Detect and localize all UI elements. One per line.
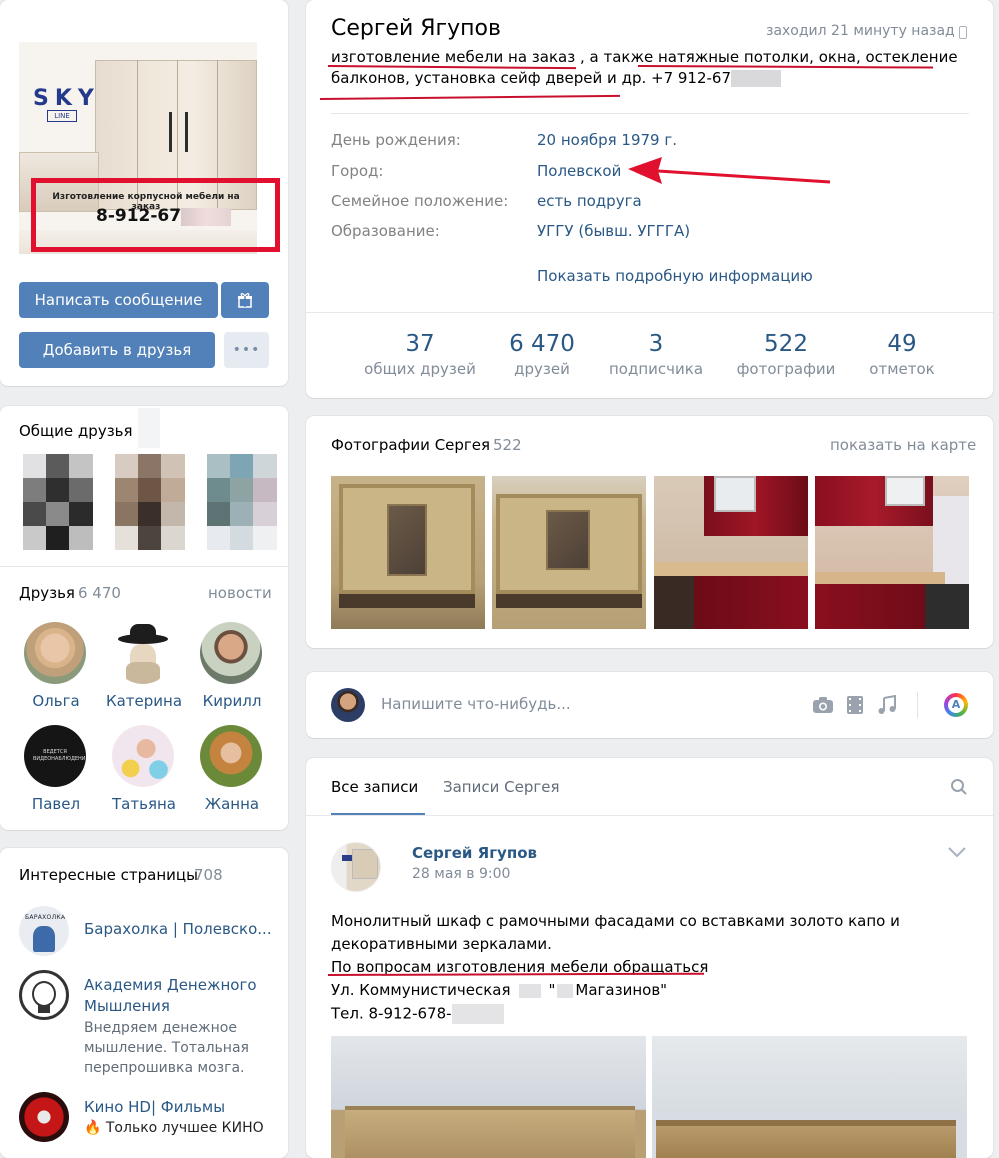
wall-card: Все записи Записи Сергея Сергей Ягупов 2…	[306, 758, 993, 1158]
stat-number-tags[interactable]: 49	[842, 331, 962, 357]
friend-name-tatyana[interactable]: Татьяна	[99, 795, 189, 813]
message-button[interactable]: Написать сообщение	[19, 282, 218, 318]
common-friend-avatar-blurred[interactable]	[23, 454, 93, 550]
profile-avatar-card: SKY LINE Изготовление корпусной мебели н…	[0, 0, 288, 386]
info-value-education[interactable]: УГГУ (бывш. УГГГА)	[537, 222, 690, 240]
show-on-map-link[interactable]: показать на карте	[830, 436, 976, 454]
stat-label-tags[interactable]: отметок	[842, 360, 962, 378]
add-friend-button[interactable]: Добавить в друзья	[19, 332, 215, 368]
underline-annotation	[637, 65, 934, 69]
search-icon[interactable]	[950, 778, 968, 796]
last-seen: заходил 21 минуту назад	[766, 23, 955, 39]
page-desc-academy: Внедряем денежное мышление. Тотальная пе…	[84, 1020, 249, 1076]
friends-news-link[interactable]: новости	[208, 584, 272, 602]
stat-number-common-friends[interactable]: 37	[360, 331, 480, 357]
friend-avatar-zhanna[interactable]	[200, 725, 262, 787]
friend-name-katerina[interactable]: Катерина	[99, 692, 189, 710]
friend-name-pavel[interactable]: Павел	[11, 795, 101, 813]
friend-avatar-tatyana[interactable]	[112, 725, 174, 787]
info-value-birthday[interactable]: 20 ноября 1979 г.	[537, 131, 677, 149]
common-friends-title: Общие друзья	[19, 422, 133, 440]
tab-owner-posts[interactable]: Записи Сергея	[443, 778, 559, 796]
pages-title[interactable]: Интересные страницы	[19, 866, 198, 884]
friends-count: 6 470	[78, 584, 121, 602]
info-label-birthday: День рождения:	[331, 131, 461, 149]
photos-count: 522	[493, 436, 522, 454]
show-more-info-link[interactable]: Показать подробную информацию	[537, 267, 813, 285]
page-avatar-baraholka[interactable]: БАРАХОЛКА	[19, 906, 69, 956]
friend-name-zhanna[interactable]: Жанна	[187, 795, 277, 813]
stat-label-friends[interactable]: друзей	[482, 360, 602, 378]
post-composer-card: Напишите что-нибудь... A	[306, 672, 993, 738]
composer-input[interactable]: Напишите что-нибудь...	[381, 695, 781, 713]
photo-thumbnail[interactable]	[654, 476, 808, 629]
friend-avatar-katerina[interactable]	[112, 622, 174, 684]
stat-number-photos[interactable]: 522	[726, 331, 846, 357]
sky-logo: SKY	[33, 86, 100, 111]
gift-icon	[238, 293, 252, 308]
composer-avatar	[331, 688, 365, 722]
profile-status-line2: балконов, установка сейф дверей и др. +7…	[331, 69, 746, 87]
friends-card: Общие друзья Друзья 6 470 новости Ольга …	[0, 406, 288, 830]
post-text-line1: Монолитный шкаф с рамочными фасадами со …	[331, 912, 900, 930]
photo-thumbnail[interactable]	[331, 476, 485, 629]
stat-label-common-friends[interactable]: общих друзей	[360, 360, 480, 378]
friends-title[interactable]: Друзья	[19, 584, 75, 602]
page-name-academy[interactable]: Академия Денежного Мышления	[84, 975, 274, 1017]
profile-info-card: Сергей Ягупов заходил 21 минуту назад из…	[306, 0, 993, 398]
post-text-line5: Тел. 8-912-678-	[331, 1004, 504, 1024]
device-icon	[959, 26, 967, 39]
pavel-avatar-text: ВЕДЕТСЯ ВИДЕОНАБЛЮДЕНИЕ	[33, 749, 86, 762]
post-author-avatar[interactable]	[331, 842, 381, 892]
stat-label-followers[interactable]: подписчика	[596, 360, 716, 378]
pages-count: 708	[194, 866, 223, 884]
stat-number-friends[interactable]: 6 470	[482, 331, 602, 357]
page-name-kino[interactable]: Кино HD| Фильмы	[84, 1098, 225, 1116]
photo-thumbnail[interactable]	[815, 476, 969, 629]
red-arrow-annotation	[628, 157, 831, 184]
common-friend-avatar-blurred[interactable]	[115, 454, 185, 550]
music-icon[interactable]	[877, 695, 897, 715]
info-label-city: Город:	[331, 162, 384, 180]
more-actions-button[interactable]: •••	[224, 332, 269, 368]
friend-avatar-olga[interactable]	[24, 622, 86, 684]
video-icon[interactable]	[846, 695, 864, 715]
photos-card: Фотографии Сергея 522 показать на карте	[306, 416, 993, 648]
friend-name-kirill[interactable]: Кирилл	[187, 692, 277, 710]
post-date[interactable]: 28 мая в 9:00	[412, 866, 510, 882]
page-avatar-kino[interactable]	[19, 1092, 69, 1142]
post-text-line4: Ул. Коммунистическая " Магазинов"	[331, 981, 668, 999]
common-friend-avatar-blurred[interactable]	[207, 454, 277, 550]
friend-name-olga[interactable]: Ольга	[11, 692, 101, 710]
post-author-name[interactable]: Сергей Ягупов	[412, 844, 537, 862]
vk-apps-icon[interactable]: A	[944, 693, 968, 717]
post-text-line2: декоративными зеркалами.	[331, 935, 552, 953]
page-avatar-academy[interactable]	[19, 970, 69, 1020]
friend-avatar-pavel[interactable]: ВЕДЕТСЯ ВИДЕОНАБЛЮДЕНИЕ	[24, 725, 86, 787]
stat-number-followers[interactable]: 3	[596, 331, 716, 357]
profile-status-line1: изготовление мебели на заказ , а также н…	[331, 48, 958, 66]
page-name-baraholka[interactable]: Барахолка | Полевско...	[84, 920, 272, 938]
interesting-pages-card: Интересные страницы 708 БАРАХОЛКА Барахо…	[0, 848, 288, 1158]
page-desc-kino: 🔥 Только лучшее КИНО	[84, 1120, 264, 1136]
photo-thumbnail[interactable]	[492, 476, 646, 629]
red-highlight-box	[31, 178, 280, 252]
gift-button[interactable]	[221, 282, 269, 318]
post-image[interactable]	[652, 1036, 967, 1158]
info-value-city[interactable]: Полевской	[537, 162, 621, 180]
underline-annotation	[319, 94, 620, 100]
photos-title[interactable]: Фотографии Сергея	[331, 436, 490, 454]
status-phone-blur	[731, 70, 781, 87]
info-label-relationship: Семейное положение:	[331, 192, 509, 210]
tab-all-posts[interactable]: Все записи	[331, 778, 418, 796]
stat-label-photos[interactable]: фотографии	[726, 360, 846, 378]
info-value-relationship[interactable]: есть подруга	[537, 192, 642, 210]
chevron-down-icon[interactable]	[947, 846, 967, 858]
friend-avatar-kirill[interactable]	[200, 622, 262, 684]
info-label-education: Образование:	[331, 222, 440, 240]
profile-name: Сергей Ягупов	[331, 16, 501, 41]
post-image[interactable]	[331, 1036, 646, 1158]
camera-icon[interactable]	[812, 696, 834, 714]
